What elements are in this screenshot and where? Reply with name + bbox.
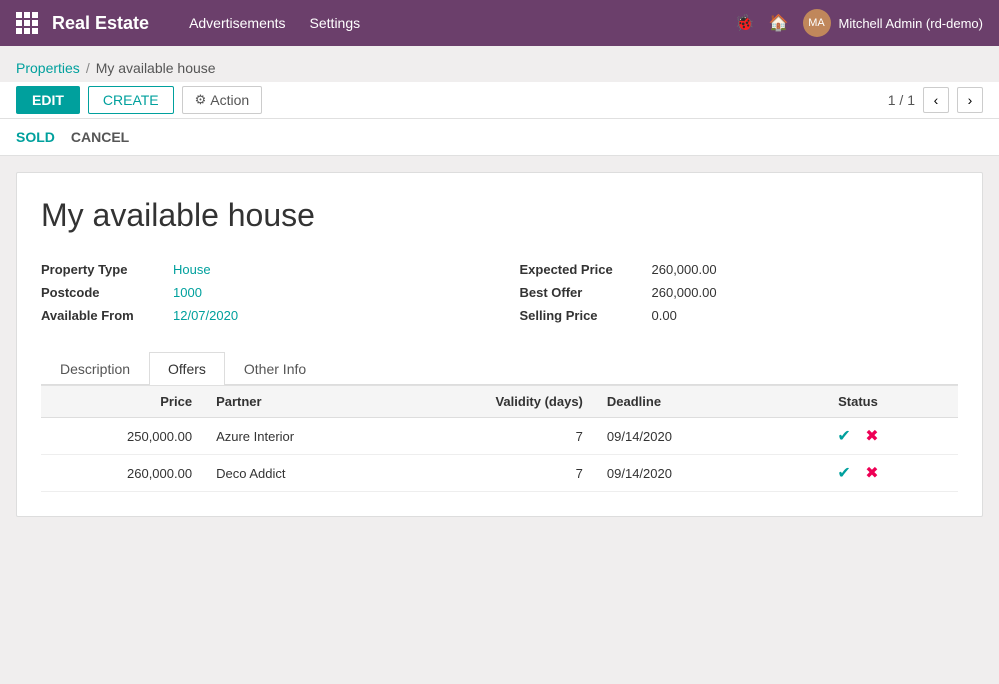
pagination: 1 / 1 ‹ › [888, 87, 983, 113]
reject-icon-1[interactable]: ✖ [865, 428, 878, 445]
field-value-postcode: 1000 [173, 285, 202, 300]
offer-deadline-1: 09/14/2020 [595, 418, 758, 455]
tab-other-info[interactable]: Other Info [225, 352, 325, 385]
field-value-property-type: House [173, 262, 211, 277]
field-postcode: Postcode 1000 [41, 285, 480, 300]
fields-right: Expected Price 260,000.00 Best Offer 260… [520, 262, 959, 323]
field-value-best-offer: 260,000.00 [652, 285, 717, 300]
field-label-postcode: Postcode [41, 285, 161, 300]
breadcrumb-separator: / [86, 60, 90, 76]
offer-deadline-2: 09/14/2020 [595, 455, 758, 492]
offer-partner-2: Deco Addict [204, 455, 391, 492]
breadcrumb: Properties / My available house [0, 46, 999, 82]
offer-validity-2: 7 [391, 455, 595, 492]
field-label-selling-price: Selling Price [520, 308, 640, 323]
field-available-from: Available From 12/07/2020 [41, 308, 480, 323]
offer-partner-1: Azure Interior [204, 418, 391, 455]
tabs: Description Offers Other Info [41, 351, 958, 385]
main-content: My available house Property Type House P… [0, 156, 999, 533]
accept-icon-2[interactable]: ✔ [837, 465, 850, 482]
breadcrumb-current: My available house [96, 60, 216, 76]
record-title: My available house [41, 197, 958, 234]
nav-right: 🐞 🏠 MA Mitchell Admin (rd-demo) [735, 9, 983, 37]
field-label-expected-price: Expected Price [520, 262, 640, 277]
table-header-row: Price Partner Validity (days) Deadline S… [41, 386, 958, 418]
field-expected-price: Expected Price 260,000.00 [520, 262, 959, 277]
field-best-offer: Best Offer 260,000.00 [520, 285, 959, 300]
bug-icon[interactable]: 🐞 [735, 13, 755, 33]
action-bar: EDIT CREATE ⚙ Action 1 / 1 ‹ › [0, 82, 999, 119]
user-menu[interactable]: MA Mitchell Admin (rd-demo) [803, 9, 984, 37]
pagination-next[interactable]: › [957, 87, 983, 113]
reject-icon-2[interactable]: ✖ [865, 465, 878, 482]
top-navigation: Real Estate Advertisements Settings 🐞 🏠 … [0, 0, 999, 46]
app-title: Real Estate [52, 13, 149, 34]
col-header-validity: Validity (days) [391, 386, 595, 418]
col-header-deadline: Deadline [595, 386, 758, 418]
cancel-button[interactable]: CANCEL [71, 125, 129, 149]
accept-icon-1[interactable]: ✔ [837, 428, 850, 445]
tab-offers[interactable]: Offers [149, 352, 225, 385]
gear-icon: ⚙ [195, 92, 207, 108]
action-button[interactable]: ⚙ Action [182, 86, 263, 114]
avatar: MA [803, 9, 831, 37]
fields-left: Property Type House Postcode 1000 Availa… [41, 262, 480, 323]
table-row: 250,000.00 Azure Interior 7 09/14/2020 ✔… [41, 418, 958, 455]
col-header-status: Status [758, 386, 958, 418]
offers-table: Price Partner Validity (days) Deadline S… [41, 385, 958, 492]
nav-advertisements[interactable]: Advertisements [189, 15, 285, 31]
col-header-price: Price [41, 386, 204, 418]
field-value-available-from: 12/07/2020 [173, 308, 238, 323]
field-label-best-offer: Best Offer [520, 285, 640, 300]
tab-description[interactable]: Description [41, 352, 149, 385]
record-card: My available house Property Type House P… [16, 172, 983, 517]
pagination-text: 1 / 1 [888, 92, 915, 108]
field-label-property-type: Property Type [41, 262, 161, 277]
pagination-prev[interactable]: ‹ [923, 87, 949, 113]
sold-button[interactable]: SOLD [16, 125, 55, 149]
fields-grid: Property Type House Postcode 1000 Availa… [41, 262, 958, 323]
nav-settings[interactable]: Settings [310, 15, 361, 31]
offer-status-2: ✔ ✖ [758, 455, 958, 492]
field-value-expected-price: 260,000.00 [652, 262, 717, 277]
field-property-type: Property Type House [41, 262, 480, 277]
offer-price-1: 250,000.00 [41, 418, 204, 455]
offer-status-1: ✔ ✖ [758, 418, 958, 455]
status-bar: SOLD CANCEL [0, 119, 999, 156]
field-label-available-from: Available From [41, 308, 161, 323]
home-icon[interactable]: 🏠 [769, 13, 789, 33]
col-header-partner: Partner [204, 386, 391, 418]
nav-links: Advertisements Settings [189, 15, 735, 31]
field-value-selling-price: 0.00 [652, 308, 677, 323]
table-row: 260,000.00 Deco Addict 7 09/14/2020 ✔ ✖ [41, 455, 958, 492]
field-selling-price: Selling Price 0.00 [520, 308, 959, 323]
offer-validity-1: 7 [391, 418, 595, 455]
user-name: Mitchell Admin (rd-demo) [839, 16, 984, 31]
create-button[interactable]: CREATE [88, 86, 174, 114]
breadcrumb-parent[interactable]: Properties [16, 60, 80, 76]
edit-button[interactable]: EDIT [16, 86, 80, 114]
app-grid-icon[interactable] [16, 12, 38, 34]
offer-price-2: 260,000.00 [41, 455, 204, 492]
